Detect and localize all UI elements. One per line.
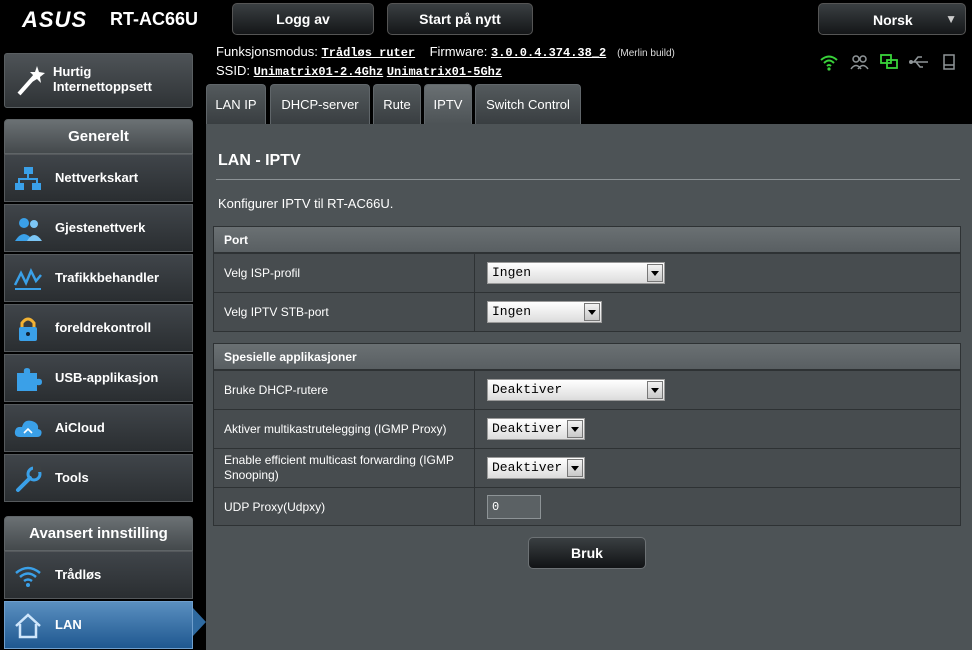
igmp-proxy-value: Deaktiver — [492, 421, 563, 436]
asus-logo: ASUS — [22, 7, 88, 32]
igmp-snooping-value: Deaktiver — [492, 460, 563, 475]
sidebar-item-label: Nettverkskart — [55, 170, 139, 185]
stb-port-select[interactable]: Ingen — [487, 301, 602, 323]
home-icon — [13, 612, 43, 640]
wifi-icon — [13, 562, 43, 590]
sidebar-item-label: Trafikkbehandler — [55, 270, 160, 285]
port-section-header: Port — [214, 227, 960, 253]
special-apps-table: Spesielle applikasjoner Bruke DHCP-ruter… — [213, 343, 961, 526]
language-value: Norsk — [873, 12, 913, 28]
logout-button[interactable]: Logg av — [232, 3, 374, 35]
cloud-icon — [13, 415, 43, 443]
status-icons — [818, 52, 960, 72]
main-panel: LAN - IPTV Konfigurer IPTV til RT-AC66U.… — [206, 124, 972, 650]
special-section-header: Spesielle applikasjoner — [214, 344, 960, 370]
top-bar: ASUS RT-AC66U Logg av Start på nytt Nors… — [0, 0, 972, 40]
chevron-down-icon — [584, 303, 600, 321]
tab-switch-control[interactable]: Switch Control — [475, 84, 581, 124]
port-table: Port Velg ISP-profil Ingen Velg IPTV STB… — [213, 226, 961, 332]
udpxy-label: UDP Proxy(Udpxy) — [214, 488, 475, 525]
users-icon[interactable] — [848, 52, 870, 72]
firmware-label: Firmware: — [429, 44, 488, 59]
page-description: Konfigurer IPTV til RT-AC66U. — [218, 196, 394, 211]
title-divider — [216, 179, 960, 180]
udpxy-input[interactable]: 0 — [487, 494, 541, 519]
firmware-note: (Merlin build) — [617, 48, 675, 59]
table-row: Velg IPTV STB-port Ingen — [214, 292, 960, 331]
table-row: Enable efficient multicast forwarding (I… — [214, 448, 960, 487]
table-row: Velg ISP-profil Ingen — [214, 253, 960, 292]
stb-port-label: Velg IPTV STB-port — [214, 293, 475, 331]
isp-profile-value: Ingen — [492, 265, 532, 280]
sidebar-item-traffic[interactable]: Trafikkbehandler — [4, 254, 193, 302]
sidebar-item-guest-network[interactable]: Gjestenettverk — [4, 204, 193, 252]
guest-network-icon — [13, 215, 43, 243]
sidebar-item-lan[interactable]: LAN — [4, 601, 193, 649]
table-row: Bruke DHCP-rutere Deaktiver — [214, 370, 960, 409]
isp-profile-select[interactable]: Ingen — [487, 262, 665, 284]
sidebar-item-label: AiCloud — [55, 420, 105, 435]
dhcp-routes-select[interactable]: Deaktiver — [487, 379, 665, 401]
language-select[interactable]: Norsk ▼ — [818, 3, 966, 35]
table-row: Aktiver multikastrutelegging (IGMP Proxy… — [214, 409, 960, 448]
tab-route[interactable]: Rute — [373, 84, 421, 124]
apply-button[interactable]: Bruk — [528, 537, 646, 569]
table-row: UDP Proxy(Udpxy) 0 — [214, 487, 960, 525]
sidebar-item-label: Tools — [55, 470, 89, 485]
active-indicator — [193, 608, 206, 636]
firmware-value-link[interactable]: 3.0.0.4.374.38_2 — [491, 46, 606, 60]
dhcp-routes-value: Deaktiver — [492, 382, 563, 397]
advanced-header: Avansert innstilling — [4, 516, 193, 551]
network-icon[interactable] — [878, 52, 900, 72]
ssid-24-link[interactable]: Unimatrix01-2.4Ghz — [254, 65, 384, 79]
mode-value-link[interactable]: Trådløs ruter — [322, 46, 416, 60]
printer-icon[interactable] — [938, 52, 960, 72]
sidebar-item-label: foreldrekontroll — [55, 320, 152, 335]
lock-icon — [13, 315, 43, 343]
igmp-snooping-label: Enable efficient multicast forwarding (I… — [214, 449, 475, 487]
sidebar-item-label: Gjestenettverk — [55, 220, 146, 235]
tab-lan-ip[interactable]: LAN IP — [206, 84, 266, 124]
tab-iptv[interactable]: IPTV — [424, 84, 472, 124]
igmp-proxy-select[interactable]: Deaktiver — [487, 418, 585, 440]
chevron-down-icon — [647, 381, 663, 399]
wrench-icon — [13, 465, 43, 493]
quick-setup-label: Hurtig Internettoppsett — [53, 64, 152, 94]
general-header: Generelt — [4, 119, 193, 154]
igmp-snooping-select[interactable]: Deaktiver — [487, 457, 585, 479]
page-title: LAN - IPTV — [218, 152, 301, 169]
chevron-down-icon — [567, 459, 583, 477]
dhcp-routes-label: Bruke DHCP-rutere — [214, 371, 475, 409]
sidebar-item-label: USB-applikasjon — [55, 370, 159, 385]
puzzle-icon — [13, 365, 43, 393]
stb-port-value: Ingen — [492, 304, 532, 319]
traffic-icon — [13, 265, 43, 293]
sidebar-item-network-map[interactable]: Nettverkskart — [4, 154, 193, 202]
restart-button[interactable]: Start på nytt — [387, 3, 533, 35]
sidebar-item-tools[interactable]: Tools — [4, 454, 193, 502]
ssid-5-link[interactable]: Unimatrix01-5Ghz — [387, 65, 502, 79]
usb-icon[interactable] — [908, 52, 930, 72]
sidebar-item-usb[interactable]: USB-applikasjon — [4, 354, 193, 402]
sidebar-item-aicloud[interactable]: AiCloud — [4, 404, 193, 452]
mode-label: Funksjonsmodus: — [216, 44, 318, 59]
chevron-down-icon — [647, 264, 663, 282]
model-name: RT-AC66U — [110, 9, 199, 29]
sidebar-item-label: LAN — [55, 617, 82, 632]
chevron-down-icon — [567, 420, 583, 438]
wifi-icon[interactable] — [818, 52, 840, 72]
magic-wand-icon — [13, 64, 47, 98]
network-map-icon — [13, 165, 43, 193]
tab-dhcp-server[interactable]: DHCP-server — [270, 84, 370, 124]
isp-profile-label: Velg ISP-profil — [214, 254, 475, 292]
router-info: Funksjonsmodus: Trådløs ruter Firmware: … — [216, 44, 675, 82]
sidebar-item-wireless[interactable]: Trådløs — [4, 551, 193, 599]
igmp-proxy-label: Aktiver multikastrutelegging (IGMP Proxy… — [214, 410, 475, 448]
sidebar-item-parental[interactable]: foreldrekontroll — [4, 304, 193, 352]
chevron-down-icon: ▼ — [945, 12, 957, 26]
quick-setup-button[interactable]: Hurtig Internettoppsett — [4, 53, 193, 108]
ssid-label: SSID: — [216, 63, 250, 78]
sidebar-item-label: Trådløs — [55, 567, 102, 582]
